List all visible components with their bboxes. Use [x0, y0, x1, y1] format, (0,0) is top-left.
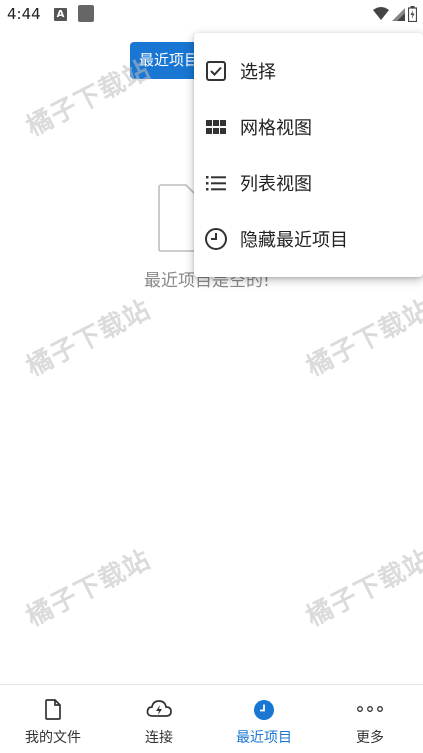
menu-item-label: 列表视图: [240, 174, 312, 195]
file-icon: [0, 699, 106, 721]
menu-item-grid-view[interactable]: 网格视图: [194, 99, 423, 155]
more-dots-icon: [317, 699, 423, 721]
watermark-text: 橘子下载站: [21, 544, 156, 633]
grid-icon: [204, 115, 228, 139]
status-bar: 4:44 A: [0, 0, 423, 30]
watermark-text: 橘子下载站: [301, 294, 423, 383]
nav-more[interactable]: 更多: [317, 685, 423, 753]
nav-label: 我的文件: [25, 730, 81, 746]
menu-item-list-view[interactable]: 列表视图: [194, 155, 423, 211]
recent-clock-icon: [211, 699, 317, 721]
menu-item-label: 网格视图: [240, 118, 312, 139]
cloud-icon: [106, 699, 212, 721]
wifi-icon: [373, 7, 389, 20]
menu-item-label: 选择: [240, 62, 276, 83]
list-icon: [204, 171, 228, 195]
notification-a-icon: A: [54, 8, 67, 21]
nav-recent-items[interactable]: 最近项目: [211, 685, 317, 753]
checkbox-icon: [204, 59, 228, 83]
watermark-text: 橘子下载站: [301, 544, 423, 633]
menu-item-select[interactable]: 选择: [194, 43, 423, 99]
nav-connect[interactable]: 连接: [106, 685, 212, 753]
status-icons: [373, 6, 417, 22]
menu-item-label: 隐藏最近项目: [240, 230, 348, 251]
status-time: 4:44: [7, 5, 41, 23]
menu-item-hide-recent[interactable]: 隐藏最近项目: [194, 211, 423, 267]
battery-icon: [408, 6, 417, 22]
overflow-menu: 选择 网格视图 列表视图 隐藏最近项目: [194, 33, 423, 277]
nav-label: 更多: [356, 730, 384, 746]
nav-label: 最近项目: [236, 730, 292, 746]
watermark-text: 橘子下载站: [21, 294, 156, 383]
watermark-text: 橘子下载站: [21, 54, 156, 143]
clock-icon: [204, 227, 228, 251]
nav-label: 连接: [145, 730, 173, 746]
empty-file-icon: [158, 184, 198, 252]
signal-icon: [392, 7, 405, 21]
notification-square-icon: [78, 5, 94, 22]
bottom-navigation: 我的文件 连接 最近项目 更多: [0, 684, 423, 753]
nav-my-files[interactable]: 我的文件: [0, 685, 106, 753]
